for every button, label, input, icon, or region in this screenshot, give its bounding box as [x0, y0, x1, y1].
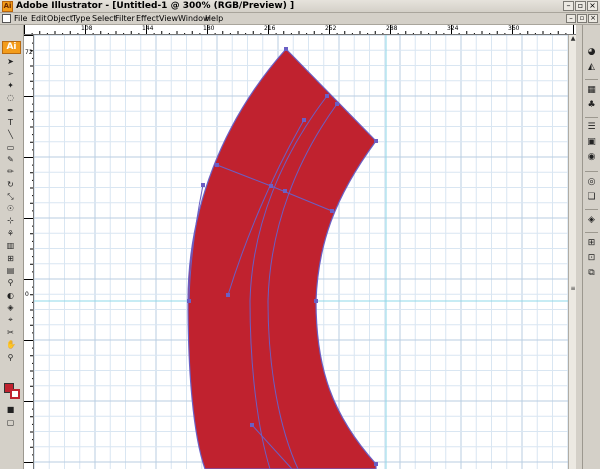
layers-panel-icon[interactable]: ◈: [586, 215, 597, 226]
curved-band-shape[interactable]: [187, 48, 377, 469]
menu-view[interactable]: View: [159, 13, 178, 25]
ruler-label: 288: [386, 25, 398, 32]
panel-separator: [585, 117, 598, 118]
free-transform-icon[interactable]: ⊹: [6, 216, 15, 225]
panel-separator: [585, 171, 598, 172]
line-segment-icon[interactable]: ╲: [6, 130, 15, 139]
horizontal-ruler: 108 144 180 216 252 288 324 360: [24, 25, 576, 35]
screen-mode-icon[interactable]: ▢: [6, 418, 15, 427]
illustrator-app-icon[interactable]: Ai: [2, 1, 13, 12]
panel-separator: [585, 232, 598, 233]
lasso-icon[interactable]: ◌: [6, 93, 15, 102]
document-icon[interactable]: [2, 14, 11, 23]
magic-wand-icon[interactable]: ✦: [6, 81, 15, 90]
transparency-panel-icon[interactable]: ◉: [586, 152, 597, 163]
panel-separator: [585, 209, 598, 210]
color-panel-icon[interactable]: ◕: [586, 47, 597, 58]
ruler-label: 108: [81, 25, 93, 32]
pen-tool-icon[interactable]: ✒: [6, 106, 15, 115]
menu-bar: File Edit Object Type Select Filter Effe…: [0, 13, 600, 25]
rotate-tool-icon[interactable]: ↻: [6, 180, 15, 189]
gradient-tool-icon[interactable]: ▤: [6, 266, 15, 275]
blend-tool-icon[interactable]: ◐: [6, 291, 15, 300]
panel-separator: [585, 79, 598, 80]
scissors-icon[interactable]: ✂: [6, 328, 15, 337]
transform-panel-icon[interactable]: ⊡: [586, 253, 597, 264]
ruler-label: 252: [325, 25, 337, 32]
gradient-panel-icon[interactable]: ▣: [586, 137, 597, 148]
graph-tool-icon[interactable]: ▥: [6, 241, 15, 250]
vertical-scrollbar[interactable]: ▲ ≡: [568, 35, 576, 469]
artwork[interactable]: [34, 35, 576, 469]
swatches-panel-icon[interactable]: ◭: [586, 62, 597, 73]
doc-restore-button[interactable]: ▫: [577, 14, 587, 23]
menu-filter[interactable]: Filter: [115, 13, 135, 25]
pathfinder-panel-icon[interactable]: ⧉: [586, 268, 597, 279]
panel-dock: ◕ ◭ ▦ ♣ ☰ ▣ ◉ ◎ ❏ ◈ ⊞ ⊡ ⧉: [582, 25, 600, 469]
menu-help[interactable]: Help: [205, 13, 223, 25]
live-paint-icon[interactable]: ◈: [6, 303, 15, 312]
maximize-button[interactable]: ▫: [575, 1, 586, 11]
minimize-button[interactable]: –: [563, 1, 574, 11]
eyedropper-icon[interactable]: ⚲: [6, 278, 15, 287]
paintbrush-icon[interactable]: ✎: [6, 155, 15, 164]
ruler-label: 360: [508, 25, 520, 32]
artboard-canvas[interactable]: [34, 35, 576, 469]
stroke-panel-icon[interactable]: ☰: [586, 122, 597, 133]
menu-select[interactable]: Select: [92, 13, 117, 25]
vertical-ruler-ticks: [24, 35, 33, 463]
ruler-label: 144: [142, 25, 154, 32]
close-button[interactable]: ×: [587, 1, 598, 11]
scale-tool-icon[interactable]: ⤡: [6, 192, 15, 201]
appearance-panel-icon[interactable]: ◎: [586, 177, 597, 188]
ruler-label: 324: [447, 25, 459, 32]
ruler-label: 180: [203, 25, 215, 32]
scroll-thumb[interactable]: ≡: [569, 285, 577, 293]
menu-file[interactable]: File: [14, 13, 27, 25]
vertical-ruler: 0 72: [24, 35, 34, 469]
window-title: Adobe Illustrator - [Untitled-1 @ 300% (…: [16, 1, 295, 11]
pencil-icon[interactable]: ✏: [6, 167, 15, 176]
align-panel-icon[interactable]: ⊞: [586, 238, 597, 249]
menu-effect[interactable]: Effect: [136, 13, 159, 25]
graphic-styles-panel-icon[interactable]: ❏: [586, 192, 597, 203]
menu-type[interactable]: Type: [72, 13, 90, 25]
symbol-sprayer-icon[interactable]: ⚘: [6, 229, 15, 238]
ruler-label: 72: [25, 49, 33, 56]
menu-edit[interactable]: Edit: [31, 13, 47, 25]
hand-tool-icon[interactable]: ✋: [6, 340, 16, 349]
rectangle-tool-icon[interactable]: ▭: [6, 143, 15, 152]
fill-stroke-icon[interactable]: [4, 383, 20, 399]
doc-close-button[interactable]: ×: [588, 14, 598, 23]
ai-logo: Ai: [2, 41, 21, 54]
ruler-label: 0: [25, 291, 29, 298]
zoom-tool-icon[interactable]: ⚲: [6, 353, 15, 362]
document-window-controls: – ▫ ×: [566, 14, 598, 23]
title-bar: Ai Adobe Illustrator - [Untitled-1 @ 300…: [0, 0, 600, 13]
horizontal-ruler-ticks: [24, 25, 574, 34]
slice-tool-icon[interactable]: ⌖: [6, 315, 15, 324]
scroll-up-arrow-icon[interactable]: ▲: [569, 35, 577, 43]
direct-selection-tool-icon[interactable]: ➢: [6, 69, 15, 78]
color-mode-icon[interactable]: ■: [6, 405, 15, 414]
brushes-panel-icon[interactable]: ▦: [586, 85, 597, 96]
window-controls: – ▫ ×: [563, 1, 598, 11]
doc-minimize-button[interactable]: –: [566, 14, 576, 23]
menu-object[interactable]: Object: [47, 13, 73, 25]
type-tool-icon[interactable]: T: [6, 118, 15, 127]
selection-tool-icon[interactable]: ➤: [6, 57, 15, 66]
ruler-label: 216: [264, 25, 276, 32]
symbols-panel-icon[interactable]: ♣: [586, 100, 597, 111]
mesh-tool-icon[interactable]: ⊞: [6, 254, 15, 263]
warp-tool-icon[interactable]: ☉: [6, 204, 15, 213]
tools-panel: Ai ➤ ➢ ✦ ◌ ✒ T ╲ ▭ ✎ ✏ ↻ ⤡ ☉ ⊹ ⚘ ▥ ⊞ ▤ ⚲…: [0, 25, 24, 469]
